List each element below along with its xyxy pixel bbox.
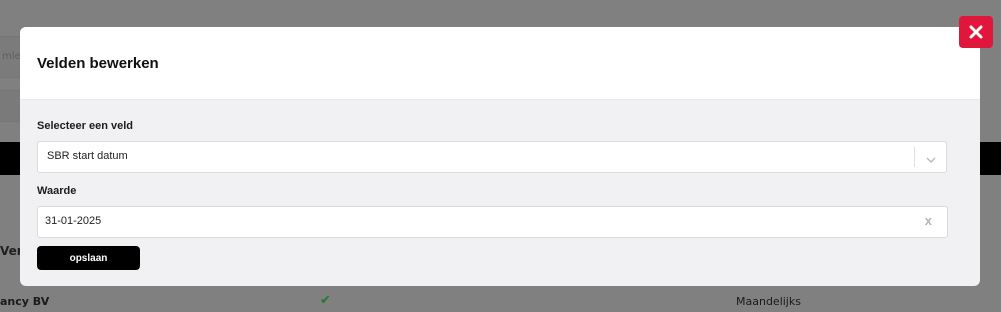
chevron-down-icon[interactable] bbox=[924, 151, 938, 163]
clear-value-button[interactable]: x bbox=[925, 213, 932, 228]
background-row-name: ancy BV bbox=[0, 295, 50, 308]
value-input[interactable] bbox=[45, 215, 905, 227]
save-button[interactable]: opslaan bbox=[37, 246, 140, 270]
background-row-frequency: Maandelijks bbox=[736, 295, 801, 308]
close-icon[interactable] bbox=[968, 24, 984, 40]
select-divider bbox=[914, 147, 915, 167]
edit-fields-modal: Velden bewerken Selecteer een veld SBR s… bbox=[20, 27, 980, 286]
field-select-value: SBR start datum bbox=[47, 150, 128, 162]
background-search-text: mle bbox=[2, 51, 21, 62]
value-field-label: Waarde bbox=[37, 185, 77, 197]
value-field[interactable]: x bbox=[37, 206, 948, 238]
modal-header: Velden bewerken bbox=[20, 27, 980, 100]
field-select[interactable]: SBR start datum bbox=[37, 141, 947, 173]
check-icon: ✔ bbox=[320, 293, 331, 308]
close-button[interactable] bbox=[959, 16, 993, 48]
modal-title: Velden bewerken bbox=[37, 55, 159, 72]
select-field-label: Selecteer een veld bbox=[37, 120, 134, 132]
